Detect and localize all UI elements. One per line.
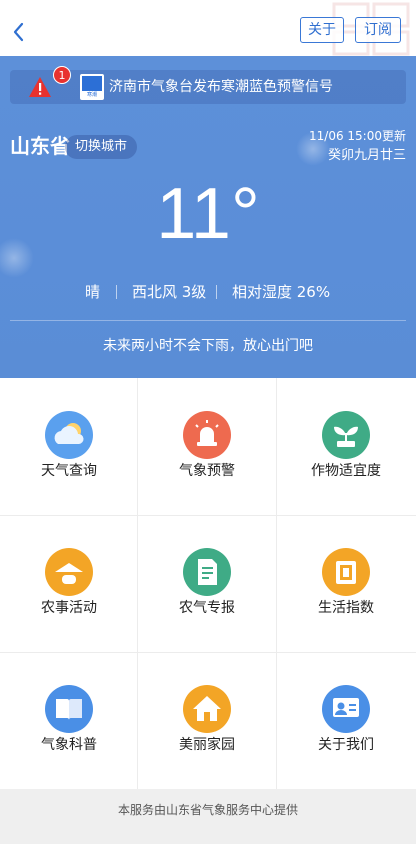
menu-label: 农气专报 [179, 600, 235, 616]
about-card-icon [322, 685, 370, 733]
weather-conditions: 晴 西北风 3级 相对湿度 26% [0, 281, 416, 303]
farmer-hat-icon [45, 548, 93, 596]
menu-item-beautiful-home[interactable]: 美丽家园 [138, 652, 276, 789]
weather-cloud-icon [45, 411, 93, 459]
subscribe-button[interactable]: 订阅 [355, 17, 401, 43]
menu-label: 关于我们 [318, 737, 374, 753]
cold-wave-signal-icon: 寒潮 [80, 74, 104, 100]
weather-panel: 1 寒潮 济南市气象台发布寒潮蓝色预警信号 山东省 切换城市 11/06 15:… [0, 56, 416, 378]
report-document-icon [183, 548, 231, 596]
menu-item-agro-report[interactable]: 农气专报 [138, 515, 276, 652]
province-name: 山东省 [10, 134, 70, 158]
menu-item-life-index[interactable]: 生活指数 [277, 515, 415, 652]
back-arrow-icon[interactable] [8, 18, 30, 46]
sprout-icon [322, 411, 370, 459]
weather-condition: 晴 [85, 283, 101, 301]
signal-label: 寒潮 [86, 92, 97, 98]
warning-triangle-icon [29, 77, 51, 97]
science-book-icon [45, 685, 93, 733]
wind-info: 西北风 3级 [132, 283, 207, 301]
alert-text: 济南市气象台发布寒潮蓝色预警信号 [109, 79, 333, 95]
notification-badge: 1 [53, 66, 71, 84]
divider [10, 320, 406, 321]
separator [216, 285, 217, 299]
lunar-date: 癸卯九月廿三 [327, 148, 406, 163]
menu-item-farming-activity[interactable]: 农事活动 [0, 515, 138, 652]
menu-item-weather-warning[interactable]: 气象预警 [138, 378, 276, 515]
menu-label: 天气查询 [41, 463, 97, 479]
menu-label: 生活指数 [318, 600, 374, 616]
switch-city-button[interactable]: 切换城市 [65, 135, 137, 159]
menu-item-about-us[interactable]: 关于我们 [277, 652, 415, 789]
top-bar: 关于 订阅 [0, 0, 416, 56]
menu-item-meteorology-science[interactable]: 气象科普 [0, 652, 138, 789]
menu-label: 农事活动 [41, 600, 97, 616]
menu-label: 美丽家园 [179, 737, 235, 753]
menu-label: 气象预警 [179, 463, 235, 479]
rain-forecast: 未来两小时不会下雨，放心出门吧 [103, 338, 313, 354]
warning-alert-bar[interactable]: 1 寒潮 济南市气象台发布寒潮蓝色预警信号 [10, 66, 406, 104]
humidity-info: 相对湿度 26% [232, 283, 331, 301]
menu-item-weather-query[interactable]: 天气查询 [0, 378, 138, 515]
menu-label: 作物适宜度 [311, 463, 381, 479]
separator [116, 285, 117, 299]
alarm-siren-icon [183, 411, 231, 459]
index-book-icon [322, 548, 370, 596]
footer-text: 本服务由山东省气象服务中心提供 [117, 803, 298, 817]
service-menu-grid: 天气查询 气象预警 作物适宜度 农事活动 农气专报 生活指数 气象科普 美丽家园… [0, 378, 416, 789]
update-time: 11/06 15:00更新 [309, 129, 406, 143]
menu-label: 气象科普 [41, 737, 97, 753]
about-button[interactable]: 关于 [300, 17, 344, 43]
home-icon [183, 685, 231, 733]
footer: 本服务由山东省气象服务中心提供 [0, 789, 416, 844]
current-temperature: 11° [156, 174, 260, 254]
menu-item-crop-suitability[interactable]: 作物适宜度 [277, 378, 415, 515]
